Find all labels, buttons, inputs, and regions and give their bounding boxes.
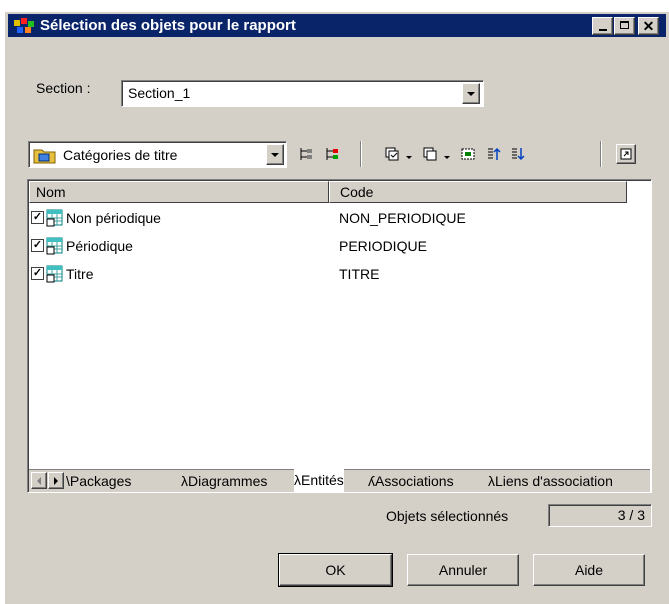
item-name: Périodique xyxy=(66,238,133,254)
tab-scroll-right-button[interactable] xyxy=(48,472,64,489)
arrow-right-icon xyxy=(54,477,58,485)
item-code: TITRE xyxy=(339,266,380,282)
tab-label: Diagrammes xyxy=(188,473,268,489)
minimize-icon xyxy=(598,29,607,31)
shortcut-icon xyxy=(620,148,632,160)
move-up-icon[interactable] xyxy=(484,144,504,164)
tab-label: Associations xyxy=(375,473,454,489)
checkbox[interactable]: ✓ xyxy=(31,211,44,224)
item-code: NON_PERIODIQUE xyxy=(339,210,466,226)
maximize-button[interactable] xyxy=(614,17,635,35)
column-header-code[interactable]: Code xyxy=(329,181,627,203)
list-item[interactable]: ✓ Non périodique NON_PERIODIQUE xyxy=(31,208,631,230)
tab-scroll-left-button[interactable] xyxy=(31,472,47,489)
tab-label: Entités xyxy=(301,472,344,488)
entity-icon xyxy=(46,265,63,283)
tab-entites[interactable]: λEntités xyxy=(294,469,344,493)
category-dropdown-button[interactable] xyxy=(266,144,284,165)
item-name: Titre xyxy=(66,266,94,282)
category-value: Catégories de titre xyxy=(63,147,178,163)
tab-edge-icon: ʎ xyxy=(368,473,375,489)
status-label: Objets sélectionnés xyxy=(386,508,509,524)
tab-packages[interactable]: \Packages xyxy=(66,470,131,492)
section-value: Section_1 xyxy=(128,85,191,101)
category-combo[interactable]: Catégories de titre xyxy=(28,141,287,168)
select-all-icon[interactable] xyxy=(382,144,402,164)
tab-edge-icon: λ xyxy=(294,472,301,488)
section-combo[interactable]: Section_1 xyxy=(121,80,484,107)
chevron-down-icon[interactable] xyxy=(444,156,450,159)
checkbox[interactable]: ✓ xyxy=(31,239,44,252)
help-button[interactable]: Aide xyxy=(533,554,645,586)
arrow-left-icon xyxy=(37,477,41,485)
list-item[interactable]: ✓ Titre TITRE xyxy=(31,264,631,286)
minimize-button[interactable] xyxy=(592,17,613,35)
tab-label: Packages xyxy=(69,473,132,489)
toolbar-separator xyxy=(360,141,362,167)
chevron-down-icon[interactable] xyxy=(406,156,412,159)
ok-button[interactable]: OK xyxy=(278,553,393,587)
collapse-tree-icon[interactable] xyxy=(322,144,342,164)
deselect-all-icon[interactable] xyxy=(420,144,440,164)
toolbar-separator xyxy=(600,141,602,167)
section-label: Section : xyxy=(36,80,91,96)
close-icon: ✕ xyxy=(642,18,655,34)
entity-icon xyxy=(46,237,63,255)
tab-associations[interactable]: ʎAssociations xyxy=(368,470,454,492)
item-code: PERIODIQUE xyxy=(339,238,427,254)
chevron-down-icon xyxy=(271,153,279,157)
window-title: Sélection des objets pour le rapport xyxy=(40,17,296,34)
section-dropdown-button[interactable] xyxy=(462,83,480,104)
tab-diagrammes[interactable]: λDiagrammes xyxy=(181,470,267,492)
tab-label: Liens d'association xyxy=(495,473,613,489)
close-button[interactable]: ✕ xyxy=(638,17,659,35)
column-header-label: Nom xyxy=(36,184,66,200)
column-header-name[interactable]: Nom xyxy=(29,181,329,203)
cancel-button[interactable]: Annuler xyxy=(407,554,519,586)
entity-icon xyxy=(46,209,63,227)
filter-icon[interactable] xyxy=(458,144,478,164)
tab-edge-icon: λ xyxy=(181,473,188,489)
list-item[interactable]: ✓ Périodique PERIODIQUE xyxy=(31,236,631,258)
status-value: 3 / 3 xyxy=(617,507,645,523)
maximize-icon xyxy=(620,21,629,29)
tab-liens-association[interactable]: λLiens d'association xyxy=(488,470,613,492)
checkbox[interactable]: ✓ xyxy=(31,267,44,280)
item-name: Non périodique xyxy=(66,210,161,226)
move-down-icon[interactable] xyxy=(508,144,528,164)
app-icon xyxy=(14,18,36,34)
column-header-label: Code xyxy=(340,184,374,200)
tab-edge-icon: λ xyxy=(488,473,495,489)
status-value-box: 3 / 3 xyxy=(548,504,652,527)
chevron-down-icon xyxy=(467,92,475,96)
properties-button[interactable] xyxy=(616,144,636,164)
category-icon xyxy=(33,146,57,164)
expand-tree-icon[interactable] xyxy=(296,144,316,164)
